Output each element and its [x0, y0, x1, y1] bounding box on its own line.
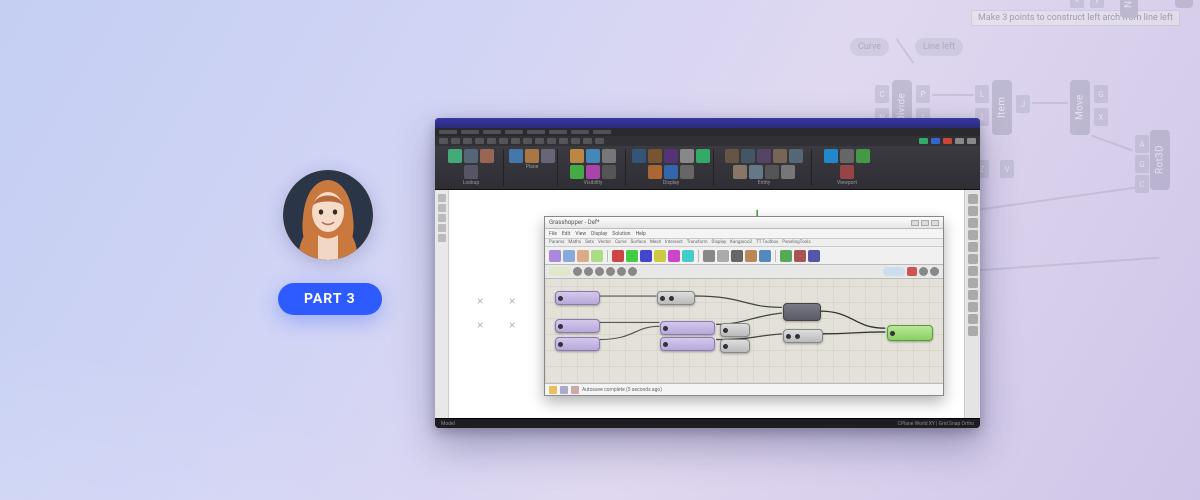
quick-access-toolbar [435, 136, 980, 146]
left-toolbar [435, 190, 449, 418]
app-menubar [435, 128, 980, 136]
grasshopper-window: Grasshopper - Def* FileEditViewDisplaySo… [544, 216, 944, 396]
statusbar-left: Model [441, 421, 455, 427]
grid-marks: ×××× [477, 294, 527, 332]
gh-canvas-toolbar [545, 265, 943, 279]
gh-window-buttons [911, 220, 939, 226]
viewport: ×××× Grasshopper - Def* FileEditViewDisp… [435, 190, 980, 418]
statusbar: Model CPlane World XY | Grid Snap Ortho [435, 418, 980, 428]
gh-status-text: Autosave complete (5 seconds ago) [582, 387, 662, 393]
bg-tooltip: Make 3 points to construct left arch fro… [971, 10, 1180, 26]
gh-title-text: Grasshopper - Def* [549, 219, 600, 226]
bg-node-neg: Neg [1120, 0, 1138, 18]
part-badge: PART 3 [278, 283, 382, 315]
model-view: ×××× Grasshopper - Def* FileEditViewDisp… [449, 190, 964, 418]
bg-pill-curve: Curve [850, 38, 889, 56]
avatar [283, 170, 373, 260]
bg-node-item: Item [992, 80, 1012, 135]
right-toolbar [964, 190, 980, 418]
bg-pill-lineleft: Line left [915, 38, 963, 56]
ribbon: Lookup Plane Visibility Display Entity V… [435, 146, 980, 190]
gh-component-tabs: ParamsMathsSetsVectorCurveSurfaceMeshInt… [545, 239, 943, 247]
bg-node-r: R [1175, 0, 1193, 8]
gh-statusbar: Autosave complete (5 seconds ago) [545, 383, 943, 395]
bg-node-rot3d: Rot3D [1150, 130, 1170, 190]
app-window: Lookup Plane Visibility Display Entity V… [435, 118, 980, 428]
titlebar [435, 118, 980, 128]
gh-canvas [545, 279, 943, 383]
gh-titlebar: Grasshopper - Def* [545, 217, 943, 229]
bg-node-move: Move [1070, 80, 1090, 135]
statusbar-right: CPlane World XY | Grid Snap Ortho [898, 421, 974, 427]
gh-menubar: FileEditViewDisplaySolutionHelp [545, 229, 943, 239]
gh-component-palette [545, 247, 943, 265]
